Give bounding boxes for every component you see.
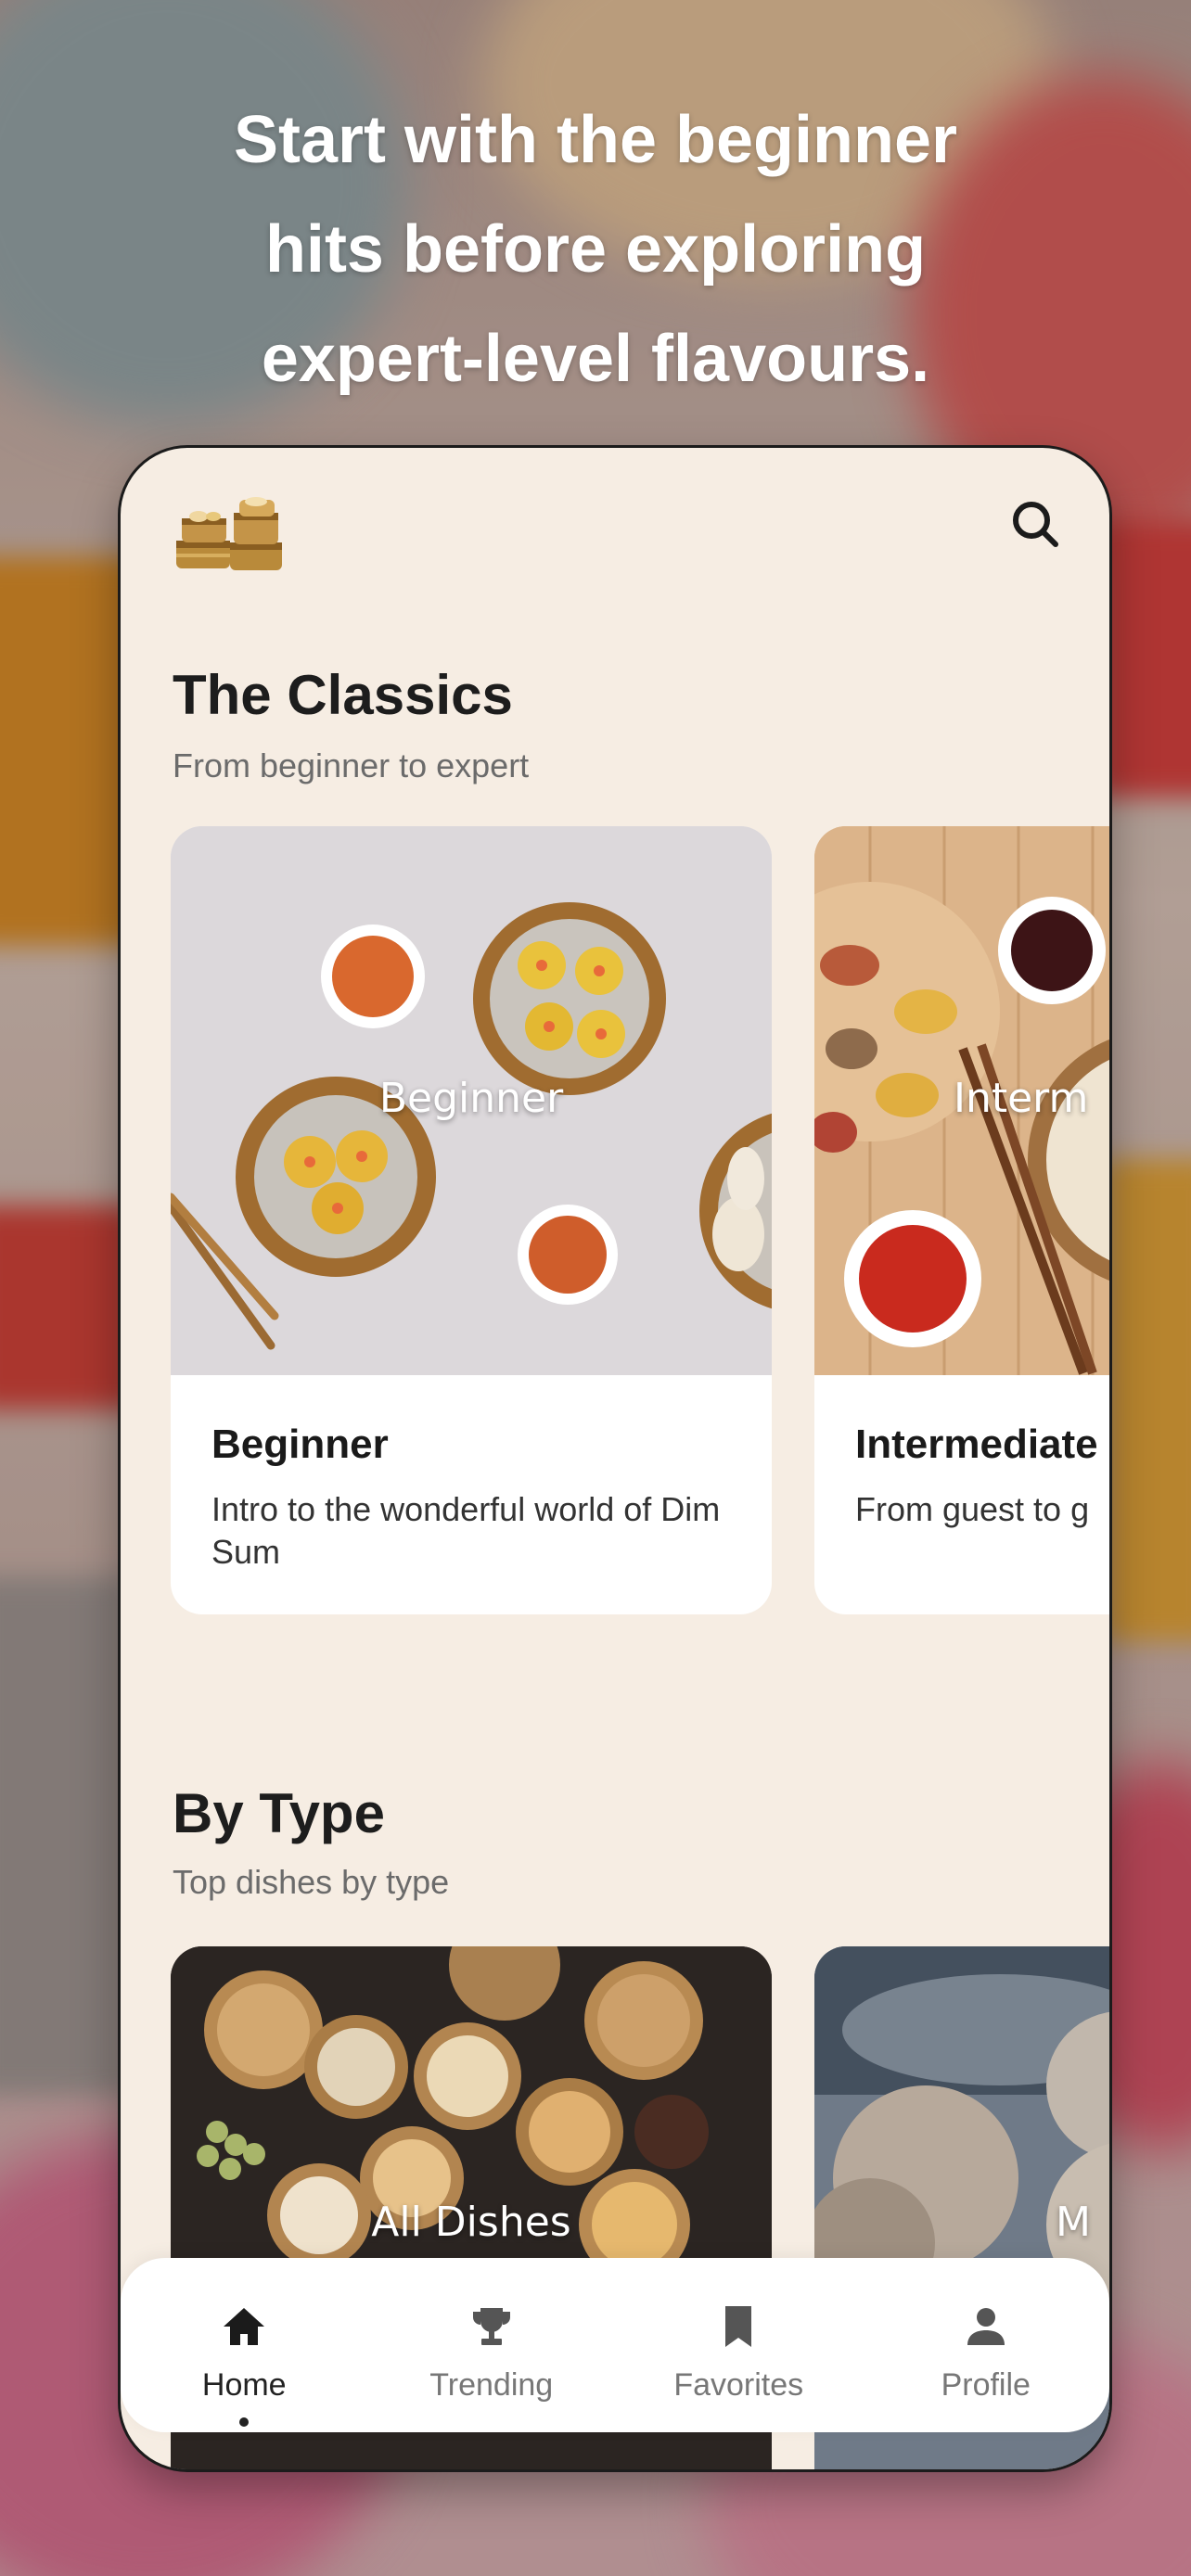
nav-label-profile: Profile — [941, 2367, 1031, 2403]
card-image-overlay-label: Beginner — [378, 1075, 564, 1122]
nav-label-trending: Trending — [429, 2367, 554, 2403]
search-icon — [1013, 502, 1058, 547]
search-button[interactable] — [1004, 492, 1069, 557]
nav-item-home[interactable]: Home — [121, 2258, 368, 2432]
home-icon — [224, 2308, 265, 2345]
nav-item-profile[interactable]: Profile — [863, 2258, 1110, 2432]
bottom-nav-bar: Home Trending Favorites Profile — [121, 2258, 1109, 2432]
card-image-overlay-label: M — [1056, 2199, 1091, 2246]
promo-headline: Start with the beginner hits before expl… — [0, 85, 1191, 414]
course-card-intermediate[interactable]: Interm Intermediate From guest to g — [814, 826, 1109, 1614]
section-subtitle-classics: From beginner to expert — [173, 746, 530, 784]
course-card-beginner[interactable]: Beginner Beginner Intro to the wonderful… — [171, 826, 772, 1614]
headline-line-1: Start with the beginner — [233, 103, 958, 177]
trophy-icon — [472, 2308, 510, 2345]
nav-item-trending[interactable]: Trending — [368, 2258, 616, 2432]
card-description: From guest to g — [855, 1490, 1090, 1528]
headline-line-2: hits before exploring — [264, 212, 927, 287]
nav-label-home: Home — [201, 2367, 287, 2403]
card-description: Intro to the wonderful world of Dim Sum — [211, 1490, 721, 1571]
card-image-overlay-label: All Dishes — [371, 2199, 571, 2246]
section-title-classics: The Classics — [173, 664, 513, 726]
nav-label-favorites: Favorites — [673, 2367, 804, 2403]
card-title: Intermediate — [855, 1422, 1098, 1467]
nav-item-favorites[interactable]: Favorites — [615, 2258, 863, 2432]
section-title-by-type: By Type — [173, 1782, 385, 1844]
card-title: Beginner — [211, 1422, 389, 1467]
section-subtitle-by-type: Top dishes by type — [173, 1863, 450, 1901]
headline-line-3: expert-level flavours. — [261, 322, 930, 396]
steamer-baskets-logo-icon — [173, 496, 286, 578]
card-image-overlay-label: Interm — [954, 1075, 1089, 1122]
person-icon — [967, 2308, 1005, 2345]
bookmark-icon — [725, 2306, 752, 2347]
active-indicator-dot — [239, 2417, 250, 2427]
phone-screen: The Classics From beginner to expert Beg… — [121, 448, 1109, 2469]
top-bar — [121, 448, 1109, 587]
